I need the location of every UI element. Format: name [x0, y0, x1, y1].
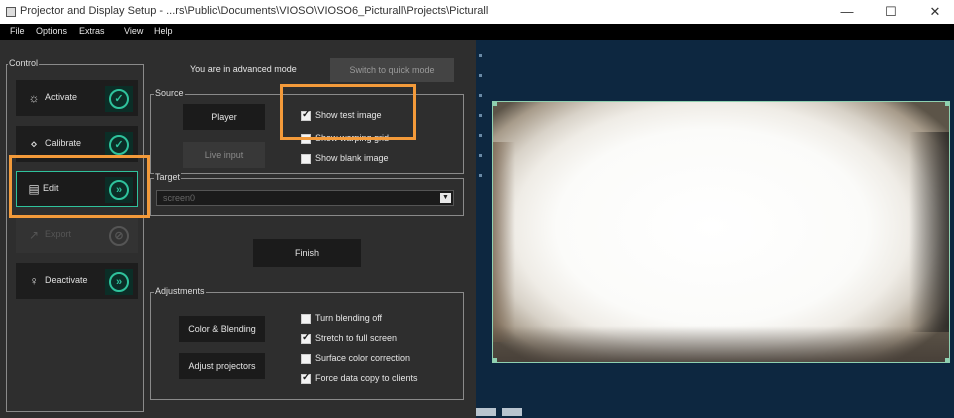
menu-extras[interactable]: Extras — [79, 26, 105, 36]
checkbox-box — [301, 154, 311, 164]
close-button[interactable]: ✕ — [912, 0, 954, 24]
surface-color-correction-label: Surface color correction — [315, 353, 411, 363]
target-group-label: Target — [154, 172, 182, 182]
minimize-button[interactable]: — — [824, 0, 870, 24]
finish-button[interactable]: Finish — [253, 239, 361, 267]
checkbox-box — [301, 332, 311, 344]
adjustments-group-label: Adjustments — [154, 286, 206, 296]
edit-icon: ▤ — [28, 182, 40, 196]
switch-quick-mode-button[interactable]: Switch to quick mode — [330, 58, 454, 82]
camera-test-image[interactable] — [492, 101, 950, 363]
target-select-value: screen0 — [163, 193, 196, 203]
control-group-label: Control — [8, 58, 40, 68]
source-group-label: Source — [154, 88, 185, 98]
show-blank-image-label: Show blank image — [315, 153, 389, 163]
menu-view[interactable]: View — [124, 26, 143, 36]
checkbox-box — [301, 372, 311, 384]
maximize-button[interactable]: ☐ — [868, 0, 914, 24]
preview-status-strip — [476, 406, 954, 418]
checkbox-box — [301, 109, 311, 121]
target-select[interactable]: screen0 ▼ — [156, 190, 454, 206]
checkbox-box — [301, 314, 311, 324]
player-button[interactable]: Player — [183, 104, 265, 130]
check-icon: ✓ — [109, 135, 129, 155]
forward-icon: » — [109, 272, 129, 292]
export-icon: ↗ — [28, 228, 40, 242]
deactivate-icon: ♀ — [29, 274, 39, 288]
checkbox-box — [301, 354, 311, 364]
show-warping-grid-label: Show warping grid — [315, 133, 390, 143]
step-activate-label: Activate — [45, 92, 78, 102]
color-blending-button[interactable]: Color & Blending — [179, 316, 265, 342]
menu-file[interactable]: File — [10, 26, 25, 36]
warp-corner-handle[interactable] — [493, 102, 497, 106]
checkbox-box — [301, 134, 311, 144]
step-deactivate-label: Deactivate — [45, 275, 88, 285]
step-deactivate[interactable]: ♀ Deactivate » — [16, 263, 138, 299]
bulb-icon: ☼ — [28, 91, 40, 105]
blocked-icon: ⊘ — [109, 226, 129, 246]
forward-icon: » — [109, 180, 129, 200]
window-title: Projector and Display Setup - ...rs\Publ… — [20, 5, 489, 17]
live-input-button[interactable]: Live input — [183, 142, 265, 168]
warp-corner-handle[interactable] — [493, 358, 497, 362]
check-icon: ✓ — [109, 89, 129, 109]
show-test-image-label: Show test image — [315, 110, 382, 120]
step-calibrate-label: Calibrate — [45, 138, 82, 148]
warp-corner-handle[interactable] — [945, 102, 949, 106]
adjust-projectors-button[interactable]: Adjust projectors — [179, 353, 265, 379]
preview-tab[interactable] — [502, 408, 522, 416]
preview-ruler — [476, 54, 482, 194]
step-export-label: Export — [45, 229, 72, 239]
step-edit[interactable]: ▤ Edit » — [16, 171, 138, 207]
step-calibrate[interactable]: ⋄ Calibrate ✓ — [16, 126, 138, 162]
menu-help[interactable]: Help — [154, 26, 173, 36]
turn-blending-off-label: Turn blending off — [315, 313, 383, 323]
mode-text: You are in advanced mode — [190, 64, 297, 74]
stretch-full-screen-label: Stretch to full screen — [315, 333, 398, 343]
calibrate-icon: ⋄ — [30, 137, 38, 151]
menu-bar: File Options Extras View Help — [0, 24, 954, 40]
title-bar: Projector and Display Setup - ...rs\Publ… — [0, 0, 954, 24]
app-icon — [6, 7, 16, 17]
preview-tab[interactable] — [476, 408, 496, 416]
force-data-copy-label: Force data copy to clients — [315, 373, 418, 383]
menu-options[interactable]: Options — [36, 26, 67, 36]
step-activate[interactable]: ☼ Activate ✓ — [16, 80, 138, 116]
warp-corner-handle[interactable] — [945, 358, 949, 362]
step-edit-label: Edit — [43, 183, 59, 193]
step-export: ↗ Export ⊘ — [16, 217, 138, 253]
chevron-down-icon[interactable]: ▼ — [440, 193, 451, 203]
